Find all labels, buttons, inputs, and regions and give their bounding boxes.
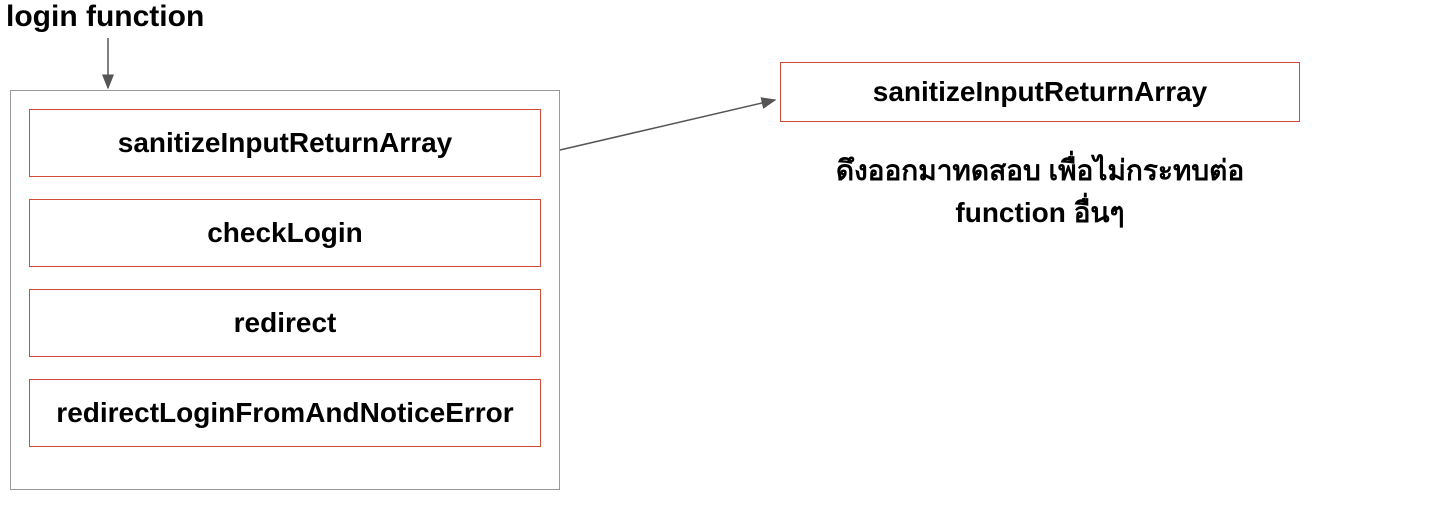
fn-box-redirect: redirect: [29, 289, 541, 357]
diagram-title: login function: [6, 0, 204, 34]
fn-box-check-login: checkLogin: [29, 199, 541, 267]
arrow-inner-to-extracted: [560, 100, 775, 150]
fn-box-sanitize-input-return-array: sanitizeInputReturnArray: [29, 109, 541, 177]
extracted-fn-box: sanitizeInputReturnArray: [780, 62, 1300, 122]
extracted-caption: ดึงออกมาทดสอบ เพื่อไม่กระทบต่อ function …: [700, 150, 1380, 234]
login-function-container: sanitizeInputReturnArray checkLogin redi…: [10, 90, 560, 490]
extracted-caption-line1: ดึงออกมาทดสอบ เพื่อไม่กระทบต่อ: [700, 150, 1380, 192]
fn-box-redirect-login-from-and-notice-error: redirectLoginFromAndNoticeError: [29, 379, 541, 447]
extracted-caption-line2: function อื่นๆ: [700, 192, 1380, 234]
